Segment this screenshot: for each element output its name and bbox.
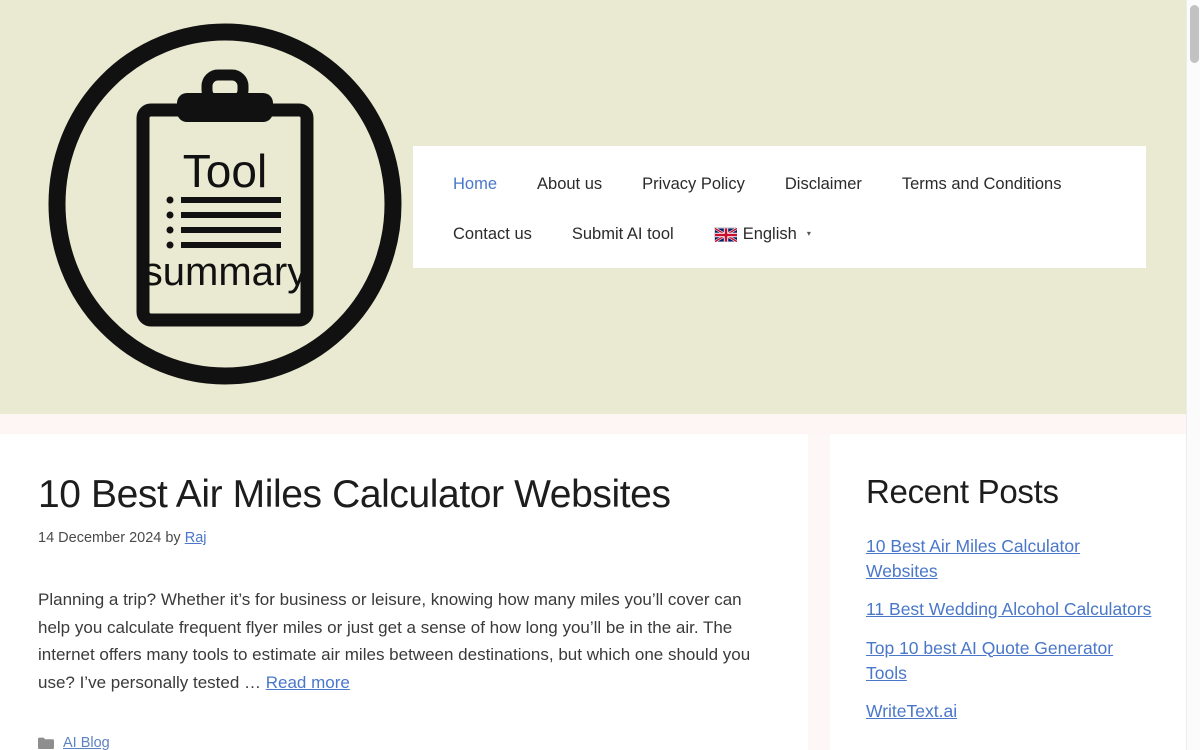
post-footer: AI Blog Leave a comm	[38, 732, 768, 750]
scrollbar-thumb[interactable]	[1190, 5, 1199, 63]
uk-flag-icon	[713, 227, 738, 243]
nav-link-about-us[interactable]: About us	[517, 160, 622, 209]
post-by-label: by	[165, 530, 181, 547]
svg-text:Tool: Tool	[183, 145, 267, 197]
folder-icon	[38, 736, 54, 750]
language-switcher[interactable]: English ▾	[694, 209, 831, 260]
site-logo[interactable]: Tool summary	[47, 22, 403, 386]
recent-posts-list: 10 Best Air Miles Calculator Websites 11…	[866, 534, 1156, 725]
list-item: WriteText.ai	[866, 699, 1156, 724]
column-gutter	[808, 434, 830, 750]
recent-posts-widget: Recent Posts 10 Best Air Miles Calculato…	[866, 472, 1156, 725]
post-date: 14 December 2024	[38, 530, 162, 547]
post-excerpt-text: Planning a trip? Whether it’s for busine…	[38, 590, 751, 693]
folder-icon-svg	[38, 737, 54, 749]
nav-link-home[interactable]: Home	[433, 160, 517, 209]
post-article: 10 Best Air Miles Calculator Websites 14…	[38, 472, 768, 750]
nav-list-item: Terms and Conditions	[882, 160, 1082, 209]
list-item: Top 10 best AI Quote Generator Tools	[866, 636, 1156, 687]
nav-list-item: Privacy Policy	[622, 160, 765, 209]
nav-list-item: Home	[433, 160, 517, 209]
nav-link-submit-ai-tool[interactable]: Submit AI tool	[552, 210, 694, 259]
chevron-down-icon: ▾	[806, 229, 811, 238]
page-title[interactable]: 10 Best Air Miles Calculator Websites	[38, 472, 768, 518]
post-category-link[interactable]: AI Blog	[63, 732, 110, 750]
tool-summary-logo-icon: Tool summary	[48, 23, 402, 385]
content-wrapper: 10 Best Air Miles Calculator Websites 14…	[0, 434, 1186, 750]
post-excerpt: Planning a trip? Whether it’s for busine…	[38, 586, 768, 697]
recent-post-link-2[interactable]: 11 Best Wedding Alcohol Calculators	[866, 599, 1151, 619]
nav-list-item: Contact us	[433, 210, 552, 259]
post-category-row: AI Blog	[38, 732, 768, 750]
recent-post-link-1[interactable]: 10 Best Air Miles Calculator Websites	[866, 536, 1080, 581]
svg-text:summary: summary	[143, 250, 307, 294]
sidebar: Recent Posts 10 Best Air Miles Calculato…	[830, 434, 1186, 738]
nav-link-privacy-policy[interactable]: Privacy Policy	[622, 160, 765, 209]
list-item: 11 Best Wedding Alcohol Calculators	[866, 597, 1156, 622]
nav-list-item: English ▾	[694, 209, 831, 260]
primary-navigation[interactable]: Home About us Privacy Policy Disclaimer …	[413, 146, 1146, 268]
main-content: 10 Best Air Miles Calculator Websites 14…	[0, 434, 808, 750]
nav-link-contact-us[interactable]: Contact us	[433, 210, 552, 259]
header-body-separator	[0, 414, 1186, 434]
recent-posts-title: Recent Posts	[866, 473, 1059, 510]
nav-link-terms-and-conditions[interactable]: Terms and Conditions	[882, 160, 1082, 209]
nav-link-disclaimer[interactable]: Disclaimer	[765, 160, 882, 209]
vertical-scrollbar[interactable]	[1186, 0, 1200, 750]
nav-list-item: Disclaimer	[765, 160, 882, 209]
list-item: 10 Best Air Miles Calculator Websites	[866, 534, 1156, 585]
nav-list-item: Submit AI tool	[552, 210, 694, 259]
browser-viewport: Tool summary Home About us Privacy Polic…	[0, 0, 1200, 750]
recent-post-link-4[interactable]: WriteText.ai	[866, 701, 957, 721]
page-content: Tool summary Home About us Privacy Polic…	[0, 0, 1186, 750]
nav-list: Home About us Privacy Policy Disclaimer …	[413, 160, 1146, 260]
read-more-link[interactable]: Read more	[266, 673, 350, 692]
post-author-link[interactable]: Raj	[185, 530, 207, 546]
language-label: English	[742, 224, 797, 243]
nav-list-item: About us	[517, 160, 622, 209]
site-header: Tool summary Home About us Privacy Polic…	[0, 0, 1186, 414]
recent-post-link-3[interactable]: Top 10 best AI Quote Generator Tools	[866, 638, 1113, 683]
post-meta: 14 December 2024 by Raj	[38, 530, 768, 546]
uk-flag-svg	[714, 227, 738, 243]
